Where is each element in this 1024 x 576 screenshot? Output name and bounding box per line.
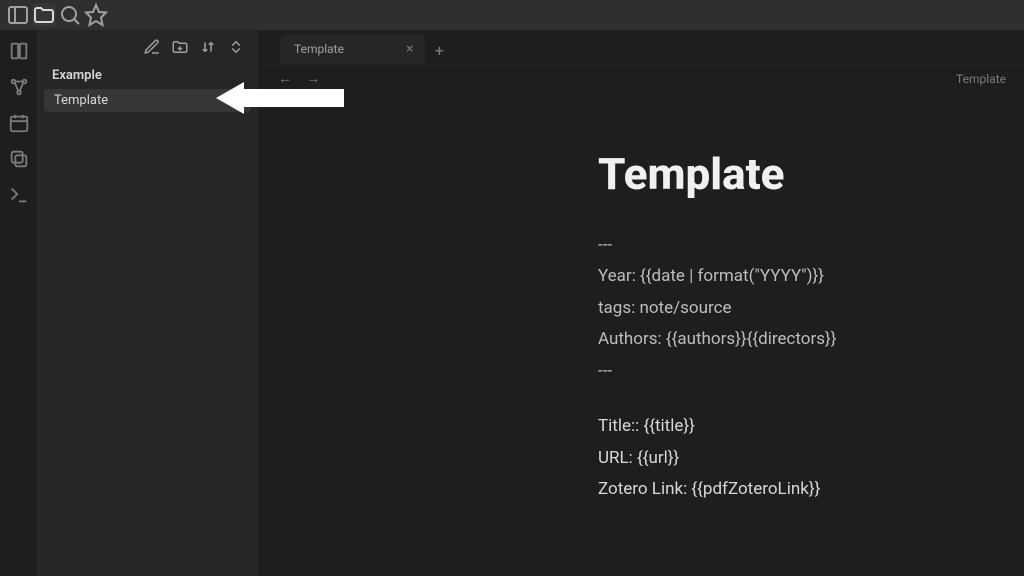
search-icon[interactable] (58, 3, 82, 27)
editor-content[interactable]: Template --- Year: {{date | format("YYYY… (258, 92, 1024, 576)
tab-template[interactable]: Template × (280, 34, 425, 64)
editor-pane: Template × + ← → Template Template --- Y… (258, 30, 1024, 576)
sort-icon[interactable] (199, 38, 217, 56)
tab-title: Template (294, 42, 344, 56)
nav-back-button[interactable]: ← (276, 70, 294, 88)
top-toolbar (0, 0, 1024, 30)
new-tab-button[interactable]: + (425, 36, 453, 64)
left-ribbon (0, 30, 38, 576)
new-folder-icon[interactable] (171, 38, 189, 56)
sidebar-toggle-icon[interactable] (6, 3, 30, 27)
terminal-icon[interactable] (8, 184, 30, 206)
star-icon[interactable] (84, 3, 108, 27)
properties-block: Title:: {{title}} URL: {{url}} Zotero Li… (598, 411, 1024, 505)
collapse-icon[interactable] (227, 38, 245, 56)
file-explorer-sidebar: Example Template (38, 30, 258, 576)
new-note-icon[interactable] (143, 38, 161, 56)
file-explorer-icon[interactable] (32, 3, 56, 27)
nav-forward-button[interactable]: → (304, 70, 322, 88)
editor-subheader: ← → Template (258, 64, 1024, 92)
vault-name: Example (38, 64, 257, 89)
switcher-icon[interactable] (8, 40, 30, 62)
graph-icon[interactable] (8, 76, 30, 98)
frontmatter-block: --- Year: {{date | format("YYYY")}} tags… (598, 230, 1024, 387)
calendar-icon[interactable] (8, 112, 30, 134)
document-title: Template (598, 148, 1024, 200)
breadcrumb: Template (956, 72, 1006, 86)
tab-close-button[interactable]: × (404, 42, 415, 56)
sidebar-action-row (38, 30, 257, 64)
tab-row: Template × + (258, 30, 1024, 64)
file-item-template[interactable]: Template (44, 89, 251, 112)
copy-icon[interactable] (8, 148, 30, 170)
